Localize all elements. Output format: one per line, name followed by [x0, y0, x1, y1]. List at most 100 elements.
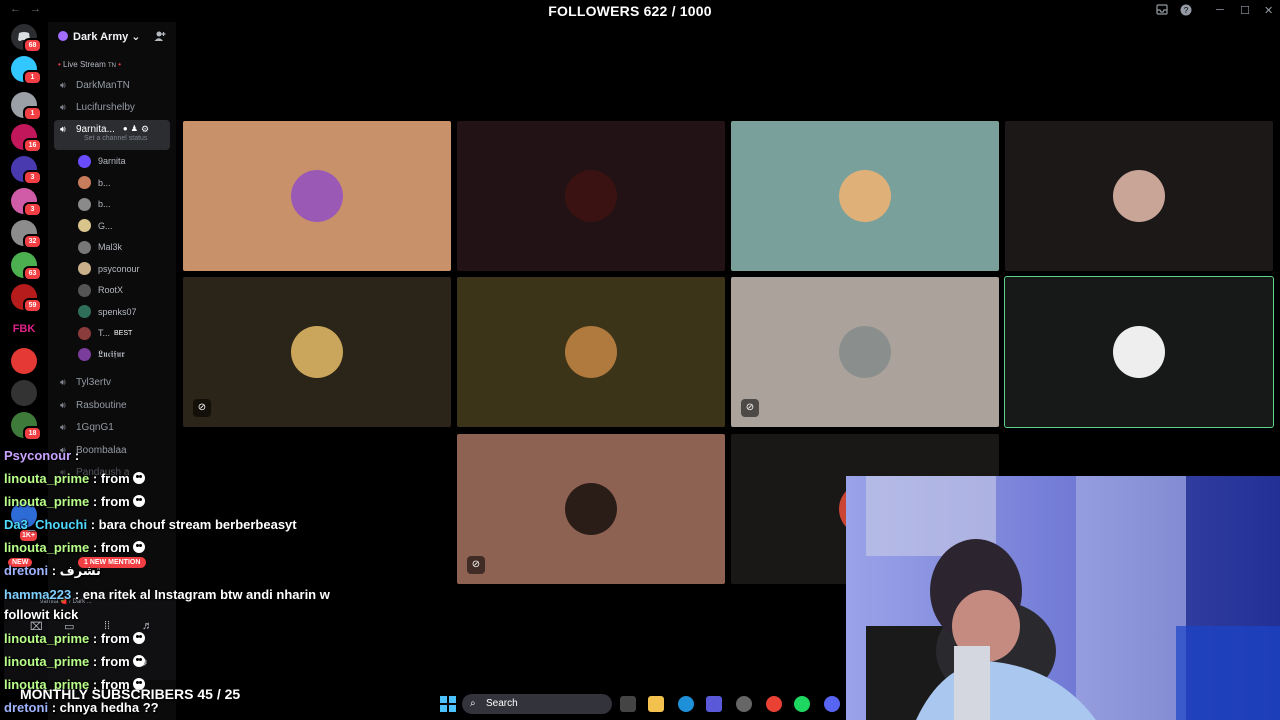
- participant-tile[interactable]: [1005, 121, 1273, 271]
- participant-tile[interactable]: ⊘: [183, 277, 451, 427]
- participant-tile[interactable]: [457, 121, 725, 271]
- discord-icon[interactable]: [824, 696, 840, 712]
- server-logo-icon: [58, 31, 68, 41]
- member-name: spenks07: [98, 306, 137, 317]
- participant-tile[interactable]: [183, 121, 451, 271]
- voice-channel[interactable]: 🔊︎ Tyl3ertv: [54, 372, 170, 392]
- help-icon[interactable]: ?: [1180, 4, 1192, 19]
- voice-member[interactable]: G...: [78, 217, 168, 235]
- voice-channel[interactable]: 🔊︎ 1GqnG1: [54, 417, 170, 437]
- chat-icon[interactable]: ●: [123, 124, 128, 133]
- settings-app-icon[interactable]: [736, 696, 752, 712]
- chat-text: followit kick: [4, 607, 79, 622]
- voice-channel[interactable]: 🔊︎ DarkManTN: [54, 75, 170, 95]
- speaker-icon: 🔊︎: [60, 124, 66, 134]
- participant-tile[interactable]: [1004, 276, 1274, 428]
- category-live-stream[interactable]: • Live Stream TN •: [58, 60, 121, 69]
- participant-tile[interactable]: [731, 121, 999, 271]
- participant-avatar: [1113, 170, 1165, 222]
- chat-message: followit kick: [4, 607, 78, 622]
- server-icon[interactable]: [11, 380, 37, 406]
- add-member-icon[interactable]: [154, 30, 166, 45]
- chat-message: linouta_prime : from: [4, 540, 145, 555]
- participant-avatar: [291, 326, 343, 378]
- spotify-icon[interactable]: [794, 696, 810, 712]
- panda-emote-icon: [132, 472, 145, 484]
- chat-message: dretoni : تشرف: [4, 563, 101, 579]
- settings-gear-icon[interactable]: ⚙: [141, 124, 149, 135]
- voice-member[interactable]: b...: [78, 195, 168, 213]
- server-badge: 18: [23, 426, 42, 441]
- chat-text: : chnya hedha ??: [51, 700, 159, 715]
- voice-channel[interactable]: 🔊︎ Rasboutine: [54, 395, 170, 415]
- voice-member[interactable]: Mal3k: [78, 238, 168, 256]
- chat-text: : from: [92, 631, 130, 646]
- chat-message: Da3_Chouchi : bara chouf stream berberbe…: [4, 517, 297, 532]
- participant-avatar: [565, 326, 617, 378]
- chat-text: : تشرف: [51, 563, 101, 578]
- participant-avatar: [1113, 326, 1165, 378]
- chat-username: linouta_prime: [4, 494, 90, 509]
- taskbar-search[interactable]: ⌕ Search: [462, 694, 612, 714]
- chat-text: : from: [92, 540, 130, 555]
- fbk-server-icon[interactable]: FBK: [11, 316, 37, 342]
- chat-username: Da3_Chouchi: [4, 517, 88, 532]
- participant-tile[interactable]: ⊘: [457, 434, 725, 584]
- member-avatar: [78, 348, 91, 361]
- voice-member[interactable]: 𝕷𝖚𝖈𝖎𝖋𝖚𝖗: [78, 346, 168, 364]
- participant-avatar: [565, 483, 617, 535]
- panda-emote-icon: [132, 495, 145, 507]
- voice-member[interactable]: b...: [78, 174, 168, 192]
- voice-member[interactable]: psyconour: [78, 260, 168, 278]
- minimize-button[interactable]: ─: [1216, 4, 1224, 16]
- speaker-icon: 🔊︎: [60, 399, 66, 410]
- task-view-icon[interactable]: [620, 696, 636, 712]
- category-suffix: TN: [107, 63, 116, 69]
- server-header[interactable]: Dark Army ⌄: [58, 30, 141, 43]
- member-name: 𝕷𝖚𝖈𝖎𝖋𝖚𝖗: [98, 349, 125, 359]
- voice-member[interactable]: T... BEST: [78, 324, 168, 342]
- channel-status-placeholder[interactable]: Set a channel status: [84, 135, 147, 142]
- server-icon[interactable]: [11, 348, 37, 374]
- chat-text: :: [74, 448, 80, 463]
- chat-username: hamma223: [4, 587, 72, 602]
- file-explorer-icon[interactable]: [648, 696, 664, 712]
- channel-name: Boombalaa: [76, 444, 127, 456]
- mic-muted-icon: ⊘: [467, 556, 485, 574]
- inbox-icon[interactable]: [1156, 4, 1168, 18]
- participant-tile[interactable]: [457, 277, 725, 427]
- invite-icon[interactable]: ♟: [131, 124, 138, 133]
- participant-avatar: [839, 326, 891, 378]
- participant-avatar: [291, 170, 343, 222]
- server-badge: 16: [23, 138, 42, 153]
- chat-message: dretoni : chnya hedha ??: [4, 700, 159, 715]
- close-button[interactable]: ✕: [1264, 4, 1273, 17]
- voice-member[interactable]: spenks07: [78, 303, 168, 321]
- store-icon[interactable]: [706, 696, 722, 712]
- chrome-icon[interactable]: [766, 696, 782, 712]
- member-name: RootX: [98, 285, 124, 295]
- member-avatar: [78, 240, 91, 254]
- member-name: b...: [98, 199, 111, 209]
- edge-browser-icon[interactable]: [678, 696, 694, 712]
- windows-start-icon[interactable]: [440, 696, 456, 712]
- voice-member[interactable]: 9arnita: [78, 152, 168, 170]
- participant-avatar: [565, 170, 617, 222]
- member-name: Mal3k: [98, 242, 123, 252]
- channel-name: Tyl3ertv: [76, 376, 112, 388]
- member-name: b...: [98, 177, 111, 188]
- voice-member[interactable]: RootX: [78, 281, 168, 299]
- active-voice-channel[interactable]: 🔊︎ 9arnita... ● ♟ ⚙ Set a channel status: [54, 120, 170, 150]
- member-avatar: [78, 197, 91, 211]
- chat-message: linouta_prime : from: [4, 654, 145, 669]
- red-dot-icon: •: [118, 60, 122, 69]
- chat-username: linouta_prime: [4, 471, 90, 486]
- voice-channel[interactable]: 🔊︎ Lucifurshelby: [54, 97, 170, 117]
- participant-tile[interactable]: ⊘: [731, 277, 999, 427]
- chat-text: : ena ritek al Instagram btw andi nharin…: [74, 587, 330, 602]
- member-avatar: [78, 305, 91, 318]
- chat-username: Psyconour: [4, 448, 72, 463]
- channel-name: Lucifurshelby: [76, 101, 135, 113]
- maximize-button[interactable]: ☐: [1240, 4, 1250, 17]
- panda-emote-icon: [132, 632, 145, 644]
